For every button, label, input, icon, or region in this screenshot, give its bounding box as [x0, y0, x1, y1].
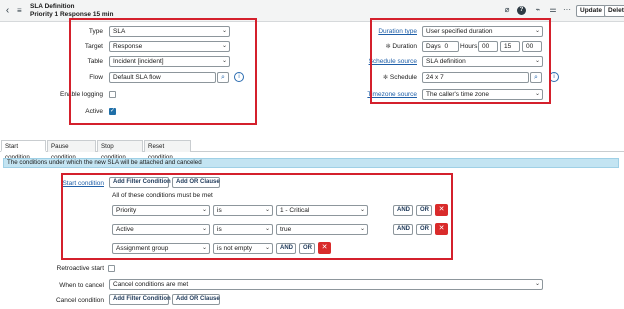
tab-stop-condition[interactable]: Stop condition	[97, 140, 143, 161]
retroactive-start-label: Retroactive start	[56, 265, 104, 272]
help-icon[interactable]: ?	[517, 6, 526, 15]
settings-sliders-icon[interactable]: ⚌	[548, 5, 558, 15]
update-button[interactable]: Update	[576, 5, 607, 17]
back-icon[interactable]: ‹	[3, 5, 12, 16]
retroactive-start-checkbox[interactable]	[108, 265, 115, 272]
condition-tabs: Start condition Pause condition Stop con…	[0, 140, 624, 161]
when-to-cancel-select[interactable]: Cancel conditions are met ⌄	[109, 279, 543, 290]
chevron-down-icon: ⌄	[534, 281, 540, 287]
cancel-condition-label: Cancel condition	[55, 297, 104, 304]
activity-icon[interactable]: ⌁	[533, 5, 543, 15]
tab-start-condition[interactable]: Start condition	[1, 140, 46, 161]
tab-reset-condition[interactable]: Reset condition	[144, 140, 191, 161]
when-to-cancel-label: When to cancel	[59, 282, 104, 289]
paperclip-icon[interactable]: ⌀	[502, 5, 512, 15]
tab-pause-condition[interactable]: Pause condition	[47, 140, 96, 161]
highlight-box-left	[69, 18, 257, 125]
cancel-add-filter-condition-button[interactable]: Add Filter Condition	[109, 294, 171, 305]
cancel-add-or-clause-button[interactable]: Add OR Clause	[172, 294, 220, 305]
highlight-box-conditions	[61, 173, 453, 260]
form-title-block: SLA Definition Priority 1 Response 15 mi…	[30, 3, 113, 19]
more-icon[interactable]: ···	[562, 5, 572, 15]
delete-button[interactable]: Delet	[604, 5, 624, 17]
when-to-cancel-value: Cancel conditions are met	[113, 281, 189, 288]
highlight-box-right	[370, 18, 551, 104]
hamburger-menu-icon[interactable]: ≡	[17, 5, 25, 16]
form-title: SLA Definition	[30, 3, 75, 10]
info-banner: The conditions under which the new SLA w…	[3, 158, 619, 168]
